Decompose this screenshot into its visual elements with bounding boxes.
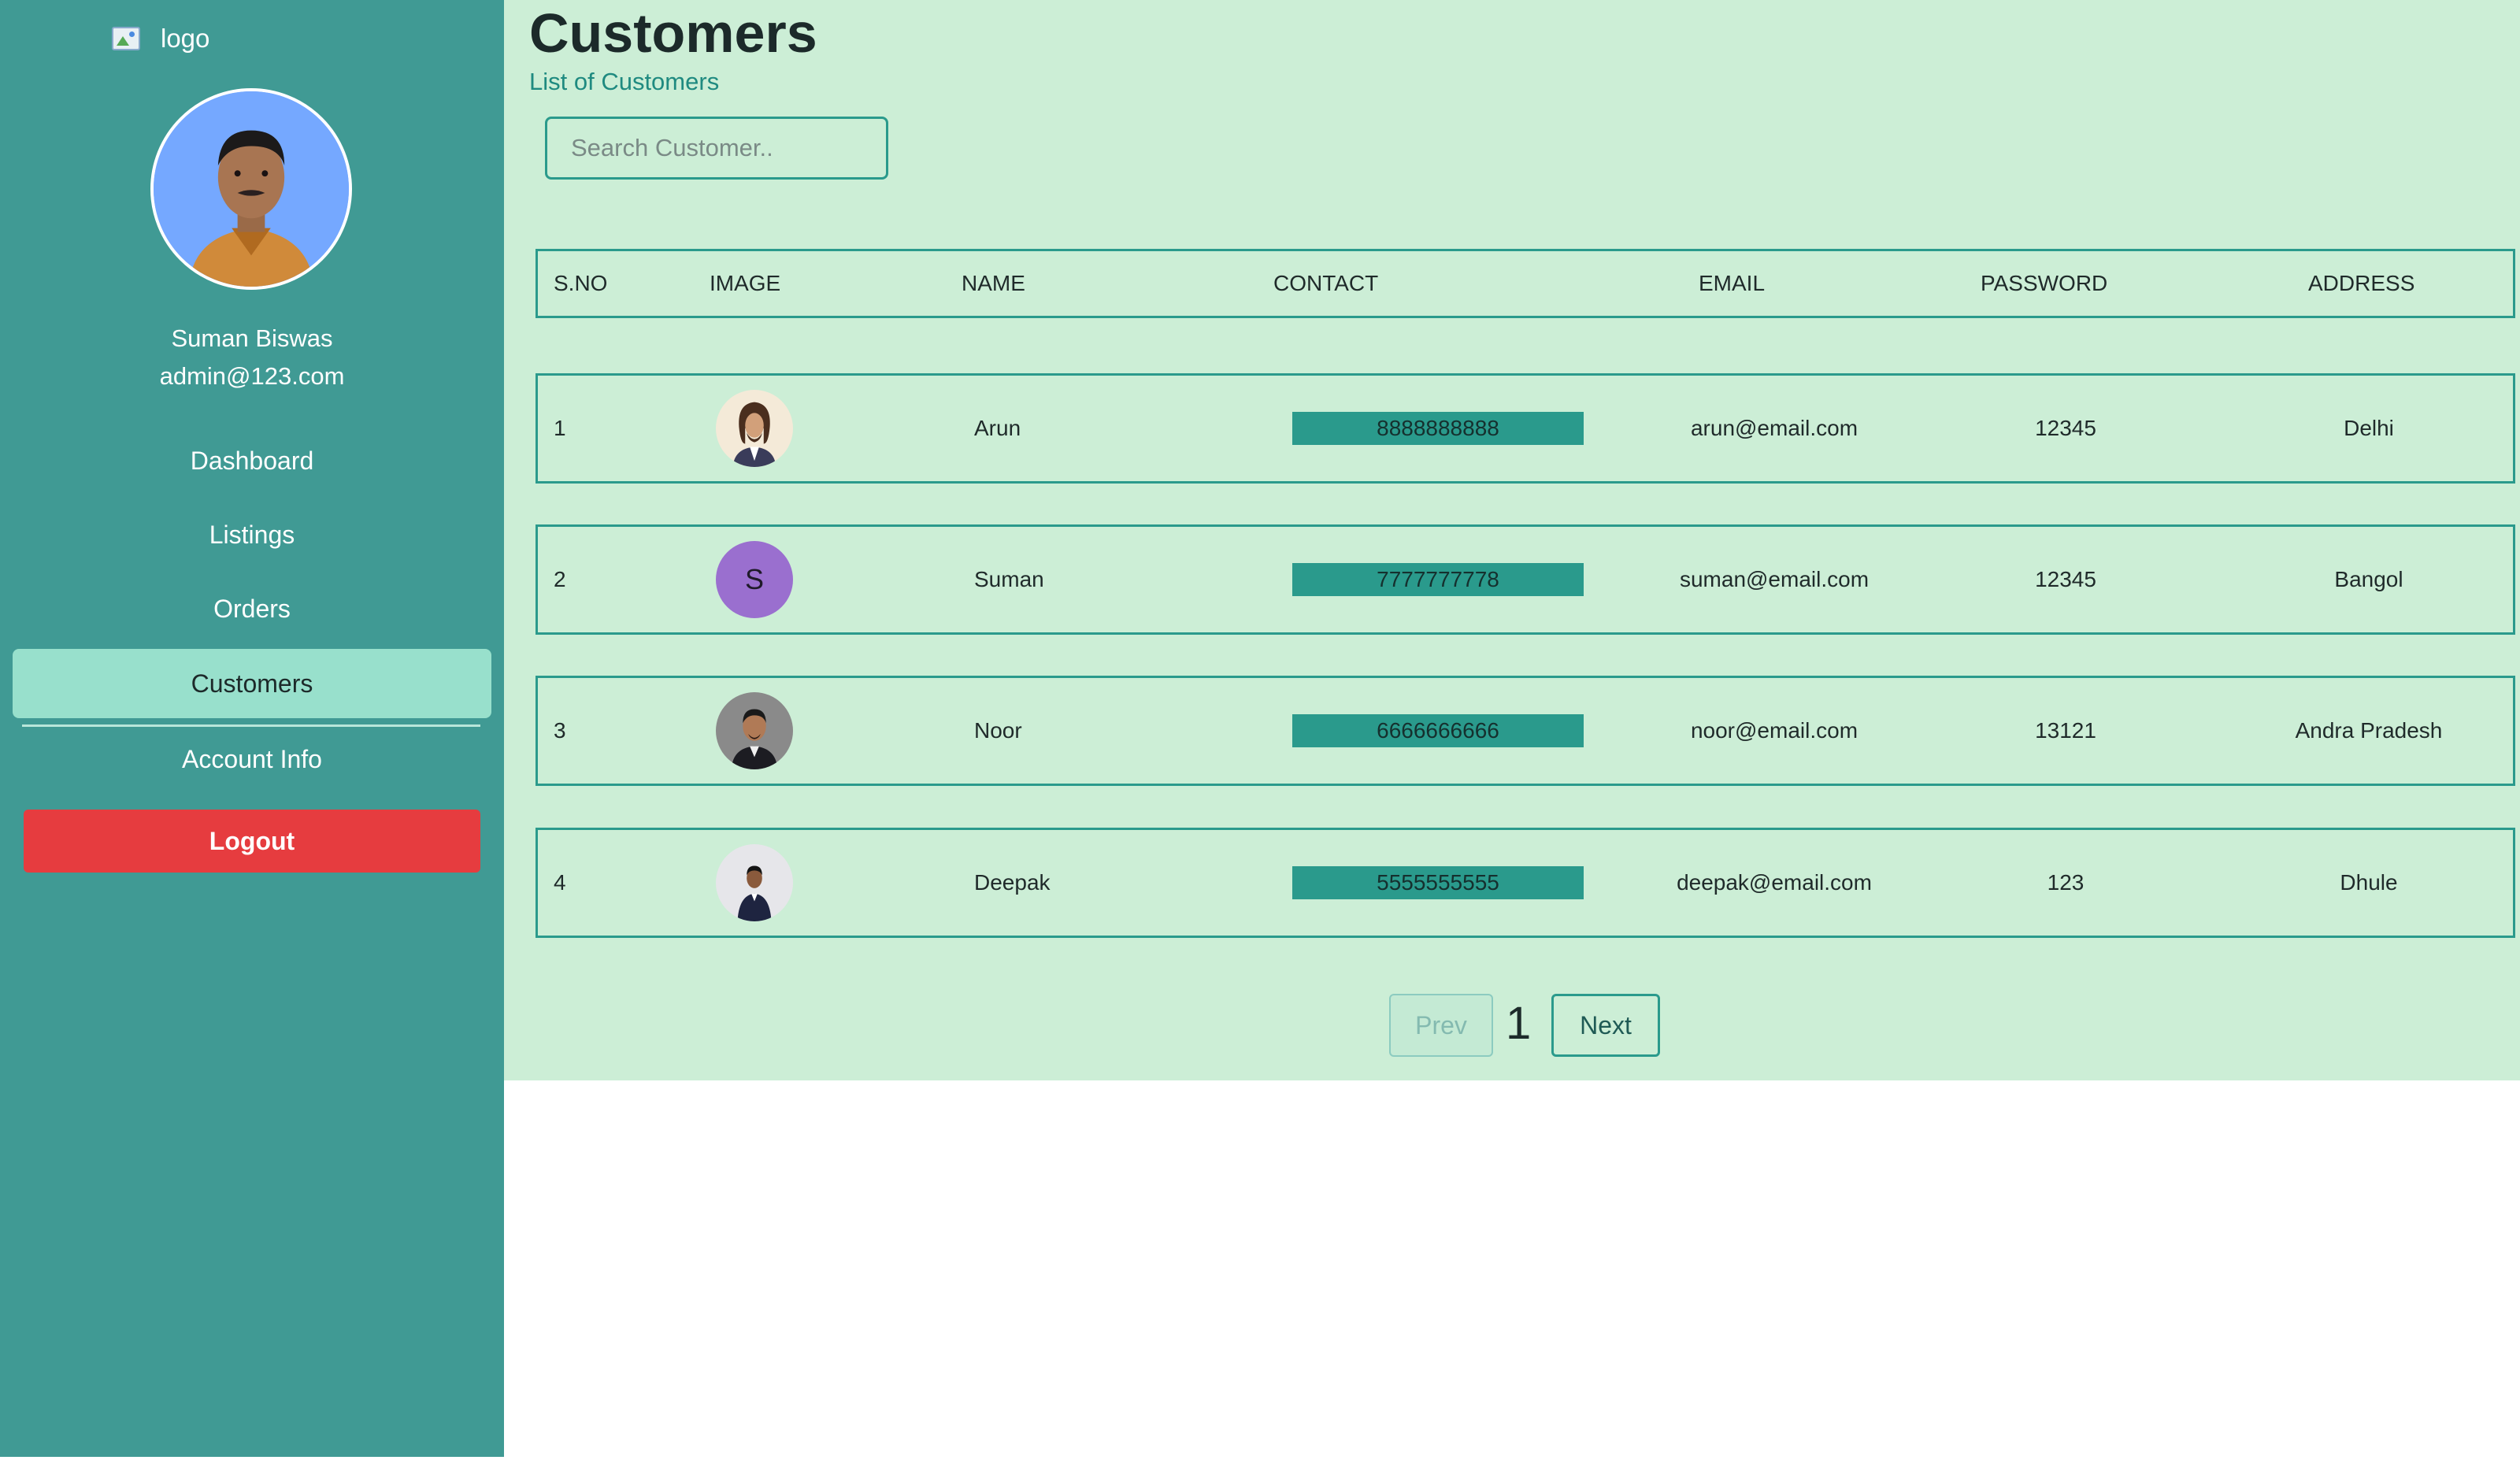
contact-value: 6666666666 [1292, 714, 1584, 747]
customer-avatar [716, 390, 793, 467]
table-header: S.NO IMAGE NAME CONTACT EMAIL PASSWORD A… [536, 249, 2515, 318]
column-header-email: EMAIL [1699, 271, 1766, 295]
broken-image-icon [112, 27, 140, 50]
cell-email: noor@email.com [1690, 718, 1858, 743]
cell-contact: 6666666666 [1292, 678, 1584, 784]
cell-sno: 3 [554, 718, 566, 743]
cell-image [716, 376, 793, 481]
user-email: admin@123.com [159, 362, 345, 390]
user-name: Suman Biswas [171, 324, 333, 352]
cell-email: arun@email.com [1690, 416, 1858, 440]
table-row[interactable]: 2 S Suman 7777777778 suman@email.com 123… [536, 524, 2515, 635]
cell-name: Arun [974, 416, 1021, 440]
main-content: Customers List of Customers S.NO IMAGE N… [504, 0, 2520, 1080]
customer-avatar [716, 692, 793, 769]
cell-address: Dhule [2340, 870, 2398, 895]
column-header-name: NAME [962, 271, 1025, 295]
cell-password: 13121 [2035, 718, 2096, 743]
cell-email: deepak@email.com [1677, 870, 1872, 895]
next-page-button[interactable]: Next [1551, 994, 1660, 1057]
prev-page-button[interactable]: Prev [1389, 994, 1493, 1057]
search-input[interactable] [545, 117, 888, 180]
cell-contact: 5555555555 [1292, 830, 1584, 936]
cell-password: 12345 [2035, 416, 2096, 440]
cell-sno: 2 [554, 567, 566, 591]
column-header-contact: CONTACT [1273, 271, 1379, 295]
page-subtitle: List of Customers [529, 68, 720, 95]
customer-avatar [716, 844, 793, 921]
contact-value: 7777777778 [1292, 563, 1584, 596]
cell-email: suman@email.com [1679, 567, 1870, 591]
table-row[interactable]: 3 Noor 6666666666 noor@email.com 13121 A… [536, 676, 2515, 786]
cell-image [716, 830, 793, 936]
column-header-password: PASSWORD [1981, 271, 2108, 295]
logout-button[interactable]: Logout [24, 810, 480, 873]
table-row[interactable]: 4 Deepak 5555555555 deepak@email.com 123… [536, 828, 2515, 938]
column-header-address: ADDRESS [2308, 271, 2415, 295]
contact-value: 8888888888 [1292, 412, 1584, 445]
logo: logo [112, 20, 209, 57]
table-row[interactable]: 1 Arun 8888888888 arun@email.com 12345 D… [536, 373, 2515, 484]
nav-item-listings[interactable]: Listings [13, 500, 491, 569]
avatar [150, 88, 352, 290]
column-header-sno: S.NO [554, 271, 608, 295]
cell-contact: 7777777778 [1292, 527, 1584, 632]
cell-name: Noor [974, 718, 1022, 743]
cell-sno: 1 [554, 416, 566, 440]
contact-value: 5555555555 [1292, 866, 1584, 899]
cell-image [716, 678, 793, 784]
nav-item-customers[interactable]: Customers [13, 649, 491, 718]
sidebar: logo Suman Biswas admin@123.com Dashboar… [0, 0, 504, 1457]
page-title: Customers [529, 2, 817, 64]
cell-image: S [716, 527, 793, 632]
cell-sno: 4 [554, 870, 566, 895]
current-page-number: 1 [1506, 997, 1532, 1049]
cell-name: Suman [974, 567, 1044, 591]
cell-address: Andra Pradesh [2295, 718, 2443, 743]
column-header-image: IMAGE [710, 271, 781, 295]
nav-item-account-info[interactable]: Account Info [13, 724, 491, 794]
cell-password: 123 [2047, 870, 2085, 895]
cell-password: 12345 [2035, 567, 2096, 591]
cell-address: Bangol [2334, 567, 2403, 591]
cell-address: Delhi [2344, 416, 2394, 440]
customer-letter-avatar: S [716, 541, 793, 618]
cell-contact: 8888888888 [1292, 376, 1584, 481]
logo-alt-text: logo [161, 24, 210, 53]
nav-item-dashboard[interactable]: Dashboard [13, 426, 491, 495]
cell-name: Deepak [974, 870, 1051, 895]
nav-item-orders[interactable]: Orders [13, 574, 491, 643]
